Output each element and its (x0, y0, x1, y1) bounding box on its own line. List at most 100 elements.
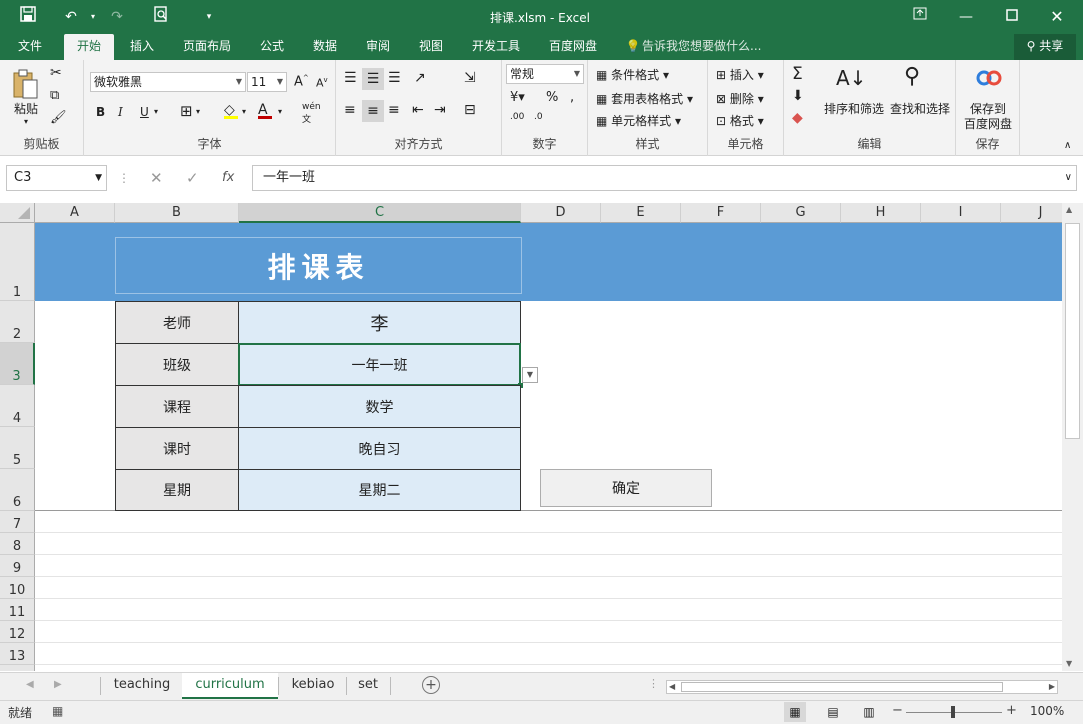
redo-icon[interactable]: ↷ (106, 6, 128, 28)
align-top-icon[interactable]: ☰ (344, 70, 357, 86)
zoom-in-icon[interactable]: + (1006, 703, 1017, 718)
value-cell-teacher[interactable]: 李 (238, 301, 521, 344)
horizontal-scrollbar[interactable]: ◀ ▶ (666, 680, 1058, 694)
format-cells-button[interactable]: ⊡ 格式 ▾ (716, 112, 764, 129)
fill-color-icon[interactable]: ◇ (224, 102, 238, 119)
autosum-icon[interactable]: Σ (792, 64, 803, 84)
tab-data[interactable]: 数据 (303, 34, 347, 60)
align-right-icon[interactable]: ≡ (388, 102, 400, 118)
horizontal-scroll-thumb[interactable] (681, 682, 1003, 692)
clear-icon[interactable]: ◆ (792, 110, 803, 126)
close-icon[interactable]: ✕ (1046, 6, 1068, 28)
fill-icon[interactable]: ⬇ (792, 88, 804, 104)
value-cell-weekday[interactable]: 星期二 (238, 469, 521, 511)
borders-dropdown-icon[interactable]: ▾ (196, 107, 200, 116)
enter-icon[interactable]: ✓ (186, 165, 199, 191)
label-cell-class[interactable]: 班级 (115, 343, 239, 386)
label-cell-course[interactable]: 课程 (115, 385, 239, 428)
tab-view[interactable]: 视图 (409, 34, 453, 60)
print-preview-icon[interactable] (150, 6, 172, 28)
zoom-level[interactable]: 100% (1030, 704, 1064, 718)
column-header-c[interactable]: C (239, 203, 521, 223)
column-header-e[interactable]: E (601, 203, 681, 223)
tab-review[interactable]: 审阅 (356, 34, 400, 60)
sort-filter-icon[interactable]: A↓ (836, 66, 866, 90)
currency-icon[interactable]: ¥▾ (510, 90, 525, 105)
paste-dropdown-icon[interactable]: ▾ (24, 117, 28, 126)
tell-me-search[interactable]: 告诉我您想要做什么... (642, 34, 764, 60)
row-header-10[interactable]: 10 (0, 577, 35, 599)
tab-split-handle[interactable]: ⋮ (648, 677, 659, 690)
cell-styles-button[interactable]: ▦ 单元格样式 ▾ (596, 112, 681, 129)
delete-cells-button[interactable]: ⊠ 删除 ▾ (716, 90, 764, 107)
font-size-combo[interactable]: 11 ▼ (247, 72, 287, 92)
tab-page-layout[interactable]: 页面布局 (176, 34, 238, 60)
value-cell-period[interactable]: 晚自习 (238, 427, 521, 470)
sheet-tab-curriculum[interactable]: curriculum (182, 673, 278, 699)
font-color-dropdown-icon[interactable]: ▾ (278, 107, 282, 116)
number-format-combo[interactable]: 常规 ▼ (506, 64, 584, 84)
sort-filter-label[interactable]: 排序和筛选 (824, 100, 884, 117)
save-icon[interactable] (17, 6, 39, 28)
row-header-1[interactable]: 1 (0, 223, 35, 301)
phonetic-icon[interactable]: wén 文 (302, 102, 321, 125)
cut-icon[interactable]: ✂ (50, 65, 62, 81)
orientation-icon[interactable]: ↗ (414, 70, 426, 86)
ribbon-display-options-icon[interactable] (909, 6, 931, 28)
select-all-corner[interactable] (0, 203, 35, 223)
baidu-cloud-icon[interactable] (976, 68, 1002, 91)
worksheet-grid[interactable]: A B C D E F G H I J 1 2 3 4 5 6 7 8 9 10… (0, 203, 1062, 671)
tab-baidu[interactable]: 百度网盘 (542, 34, 604, 60)
row-header-3[interactable]: 3 (0, 343, 35, 385)
vertical-scroll-thumb[interactable] (1065, 223, 1080, 439)
conditional-format-button[interactable]: ▦ 条件格式 ▾ (596, 66, 669, 83)
bold-button[interactable]: B (96, 105, 105, 119)
row-header-8[interactable]: 8 (0, 533, 35, 555)
scroll-right-icon[interactable]: ▶ (1049, 682, 1055, 691)
paste-button[interactable] (11, 68, 39, 103)
share-button[interactable]: ⚲ 共享 (1014, 34, 1076, 60)
column-header-j[interactable]: J (1001, 203, 1062, 223)
save-to-label-2[interactable]: 百度网盘 (964, 115, 1012, 132)
copy-icon[interactable]: ⧉ (50, 88, 59, 103)
collapse-ribbon-icon[interactable]: ∧ (1064, 140, 1071, 151)
row-header-9[interactable]: 9 (0, 555, 35, 577)
row-header-12[interactable]: 12 (0, 621, 35, 643)
row-header-4[interactable]: 4 (0, 385, 35, 427)
column-header-i[interactable]: I (921, 203, 1001, 223)
column-header-d[interactable]: D (521, 203, 601, 223)
tab-formulas[interactable]: 公式 (250, 34, 294, 60)
row-header-14[interactable]: 14 (0, 665, 35, 671)
row-header-2[interactable]: 2 (0, 301, 35, 343)
validation-dropdown-icon[interactable]: ▼ (522, 367, 538, 383)
insert-function-button[interactable]: fx (222, 165, 234, 191)
label-cell-weekday[interactable]: 星期 (115, 469, 239, 511)
prev-sheet-icon[interactable]: ◀ (26, 679, 34, 690)
italic-button[interactable]: I (118, 105, 123, 119)
column-header-b[interactable]: B (115, 203, 239, 223)
minimize-icon[interactable]: — (955, 6, 977, 28)
underline-button[interactable]: U (140, 105, 149, 119)
undo-icon[interactable]: ↶ (60, 6, 82, 28)
column-header-f[interactable]: F (681, 203, 761, 223)
row-header-11[interactable]: 11 (0, 599, 35, 621)
row-header-13[interactable]: 13 (0, 643, 35, 665)
scroll-down-icon[interactable]: ▼ (1066, 659, 1072, 668)
row-header-6[interactable]: 6 (0, 469, 35, 511)
sheet-tab-kebiao[interactable]: kebiao (282, 673, 344, 699)
label-cell-period[interactable]: 课时 (115, 427, 239, 470)
find-select-icon[interactable]: ⚲ (904, 64, 920, 89)
tab-insert[interactable]: 插入 (120, 34, 164, 60)
vertical-scrollbar[interactable]: ▲ ▼ (1062, 203, 1083, 671)
format-as-table-button[interactable]: ▦ 套用表格格式 ▾ (596, 90, 693, 107)
confirm-button[interactable]: 确定 (540, 469, 712, 507)
align-bottom-icon[interactable]: ☰ (388, 70, 401, 86)
add-sheet-icon[interactable]: + (422, 676, 440, 694)
font-name-combo[interactable]: 微软雅黑 ▼ (90, 72, 246, 92)
find-select-label[interactable]: 查找和选择 (890, 100, 950, 117)
zoom-out-icon[interactable]: − (892, 703, 903, 718)
sheet-tab-set[interactable]: set (348, 673, 388, 699)
tab-file[interactable]: 文件 (8, 34, 52, 60)
cancel-icon[interactable]: ✕ (150, 165, 163, 191)
format-painter-icon[interactable]: 🖌 (50, 110, 67, 125)
